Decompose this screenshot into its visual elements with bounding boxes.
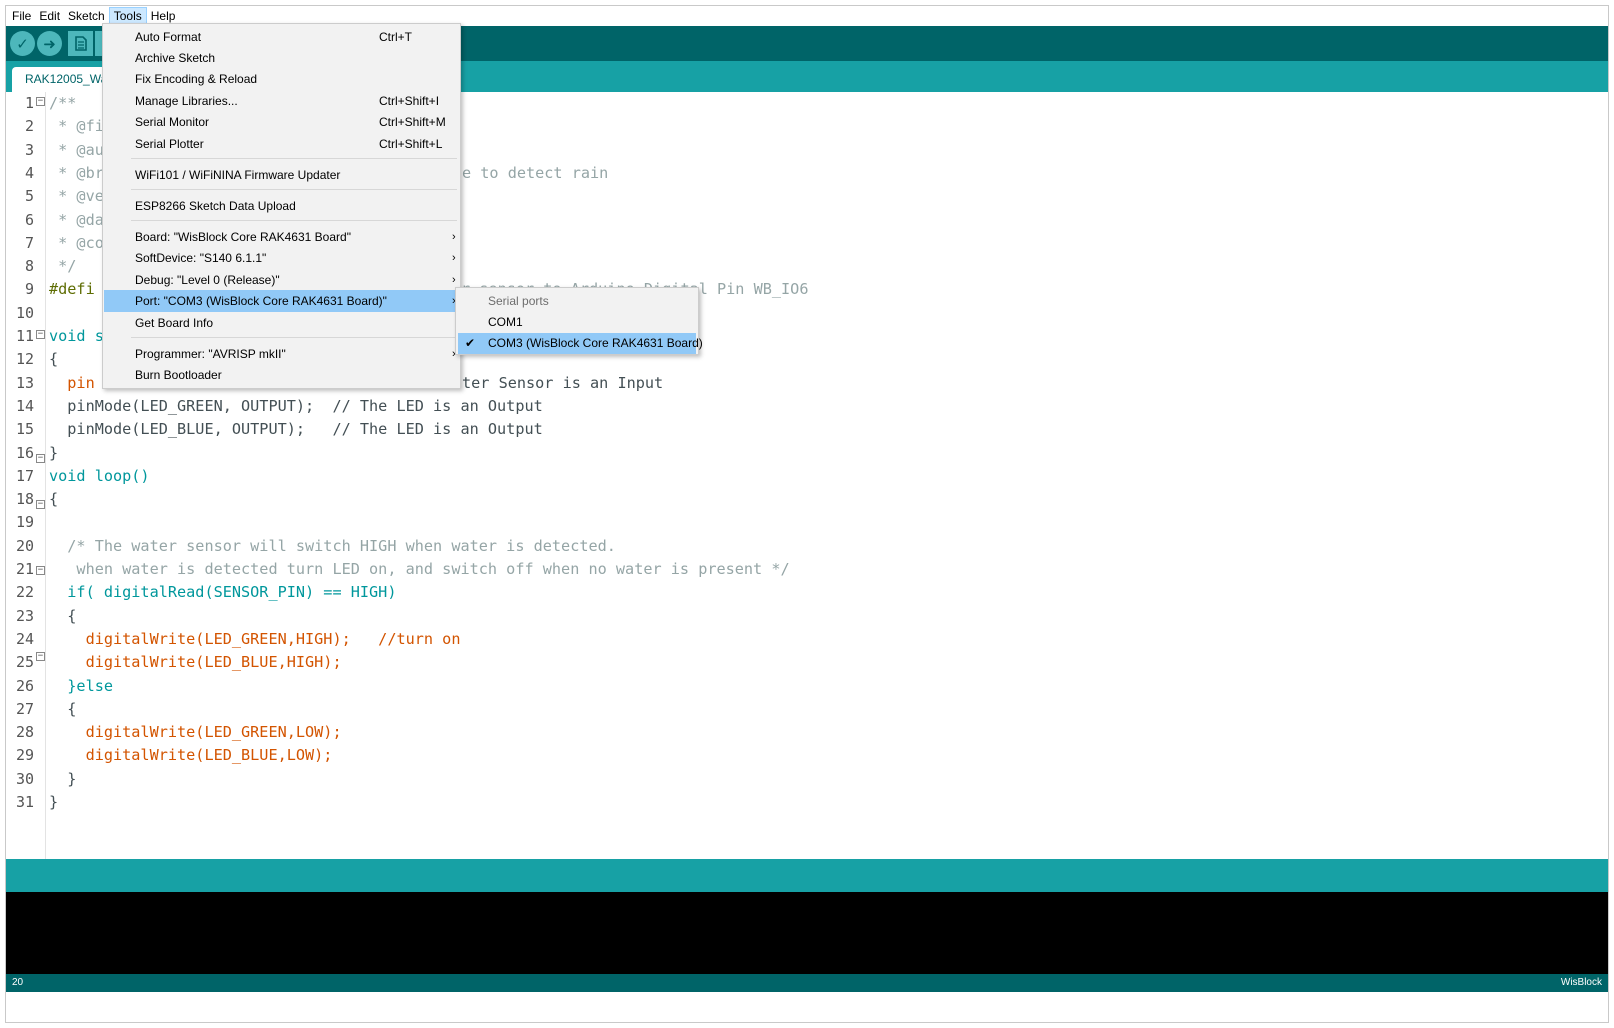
code-line: 30 } <box>15 769 77 788</box>
verify-button[interactable]: ✓ <box>10 31 35 56</box>
upload-button[interactable]: ➜ <box>37 31 62 56</box>
code-line: 21− when water is detected turn LED on, … <box>15 560 790 578</box>
new-button[interactable] <box>68 31 93 56</box>
menu-item-get-board-info[interactable]: Get Board Info <box>104 312 459 334</box>
menu-file[interactable]: File <box>8 7 35 25</box>
console-output[interactable] <box>6 892 1608 974</box>
submenu-header-serial-ports: Serial ports <box>488 294 549 308</box>
code-line: 14 pinMode(LED_GREEN, OUTPUT); // The LE… <box>15 396 543 415</box>
code-line: 25− digitalWrite(LED_BLUE,HIGH); <box>15 651 342 672</box>
code-line: 20 /* The water sensor will switch HIGH … <box>15 536 616 555</box>
menu-item-port[interactable]: Port: "COM3 (WisBlock Core RAK4631 Board… <box>104 290 459 312</box>
menu-item-debug[interactable]: Debug: "Level 0 (Release)" › <box>104 269 459 291</box>
line-indicator: 20 <box>12 977 24 988</box>
code-line: 17 void loop() <box>15 466 150 485</box>
menu-item-board[interactable]: Board: "WisBlock Core RAK4631 Board" › <box>104 226 459 248</box>
tools-menu: Auto Format Ctrl+T Archive Sketch Fix Enc… <box>102 23 461 389</box>
menu-edit[interactable]: Edit <box>35 7 64 25</box>
checkmark-icon: ✔ <box>465 336 476 350</box>
menu-item-fix-encoding[interactable]: Fix Encoding & Reload <box>104 68 459 90</box>
code-line: 29 digitalWrite(LED_BLUE,LOW); <box>15 746 333 765</box>
menu-separator <box>131 220 457 221</box>
editor-scrollbar[interactable] <box>1590 92 1600 861</box>
code-line: 24 digitalWrite(LED_GREEN,HIGH); //turn … <box>15 629 461 648</box>
menu-separator <box>131 189 457 190</box>
port-option-com3[interactable]: ✔ COM3 (WisBlock Core RAK4631 Board) <box>458 333 703 354</box>
menu-item-archive-sketch[interactable]: Archive Sketch <box>104 47 459 69</box>
chevron-right-icon: › <box>452 252 456 264</box>
menu-item-programmer[interactable]: Programmer: "AVRISP mkII" › <box>104 343 459 365</box>
code-line: 26 }else <box>15 676 114 695</box>
fold-icon[interactable]: − <box>36 330 45 339</box>
menu-item-serial-plotter[interactable]: Serial Plotter Ctrl+Shift+L <box>104 133 459 155</box>
arrow-right-icon: ➜ <box>43 34 56 53</box>
menu-item-manage-libraries[interactable]: Manage Libraries... Ctrl+Shift+I <box>104 90 459 112</box>
menu-separator <box>131 158 457 159</box>
code-line: 31 } <box>15 793 59 811</box>
menu-item-wifi-firmware-updater[interactable]: WiFi101 / WiFiNINA Firmware Updater <box>104 164 459 186</box>
status-bar <box>6 859 1608 892</box>
code-line: 19 <box>15 513 34 532</box>
board-indicator: WisBlock <box>1560 977 1602 988</box>
port-option-com1[interactable]: COM1 <box>458 312 696 333</box>
code-line: 27 { <box>15 699 77 718</box>
code-line: 18− { <box>15 490 59 510</box>
code-line: 23 { <box>15 606 77 625</box>
code-line: 16− } <box>15 443 59 463</box>
fold-icon[interactable]: − <box>36 97 45 106</box>
fold-icon[interactable]: − <box>36 453 45 463</box>
menu-item-softdevice[interactable]: SoftDevice: "S140 6.1.1" › <box>104 247 459 269</box>
menu-item-serial-monitor[interactable]: Serial Monitor Ctrl+Shift+M <box>104 111 459 133</box>
menu-item-auto-format[interactable]: Auto Format Ctrl+T <box>104 26 459 48</box>
footer-bar: 20 WisBlock <box>6 974 1608 992</box>
new-file-icon <box>74 36 87 51</box>
code-line: 15 pinMode(LED_BLUE, OUTPUT); // The LED… <box>15 420 543 439</box>
fold-icon[interactable]: − <box>36 566 45 575</box>
menu-separator <box>131 337 457 338</box>
code-line: 28 digitalWrite(LED_GREEN,LOW); <box>15 723 342 742</box>
window-margin <box>6 992 1608 1022</box>
chevron-right-icon: › <box>452 231 456 243</box>
fold-icon[interactable]: − <box>36 500 45 510</box>
code-line: 22 if( digitalRead(SENSOR_PIN) == HIGH) <box>15 583 397 602</box>
menu-item-burn-bootloader[interactable]: Burn Bootloader <box>104 364 459 386</box>
fold-icon[interactable]: − <box>36 652 45 662</box>
check-icon: ✓ <box>16 34 29 53</box>
port-submenu: Serial ports COM1 ✔ COM3 (WisBlock Core … <box>455 287 703 355</box>
menu-item-esp8266-upload[interactable]: ESP8266 Sketch Data Upload <box>104 195 459 217</box>
